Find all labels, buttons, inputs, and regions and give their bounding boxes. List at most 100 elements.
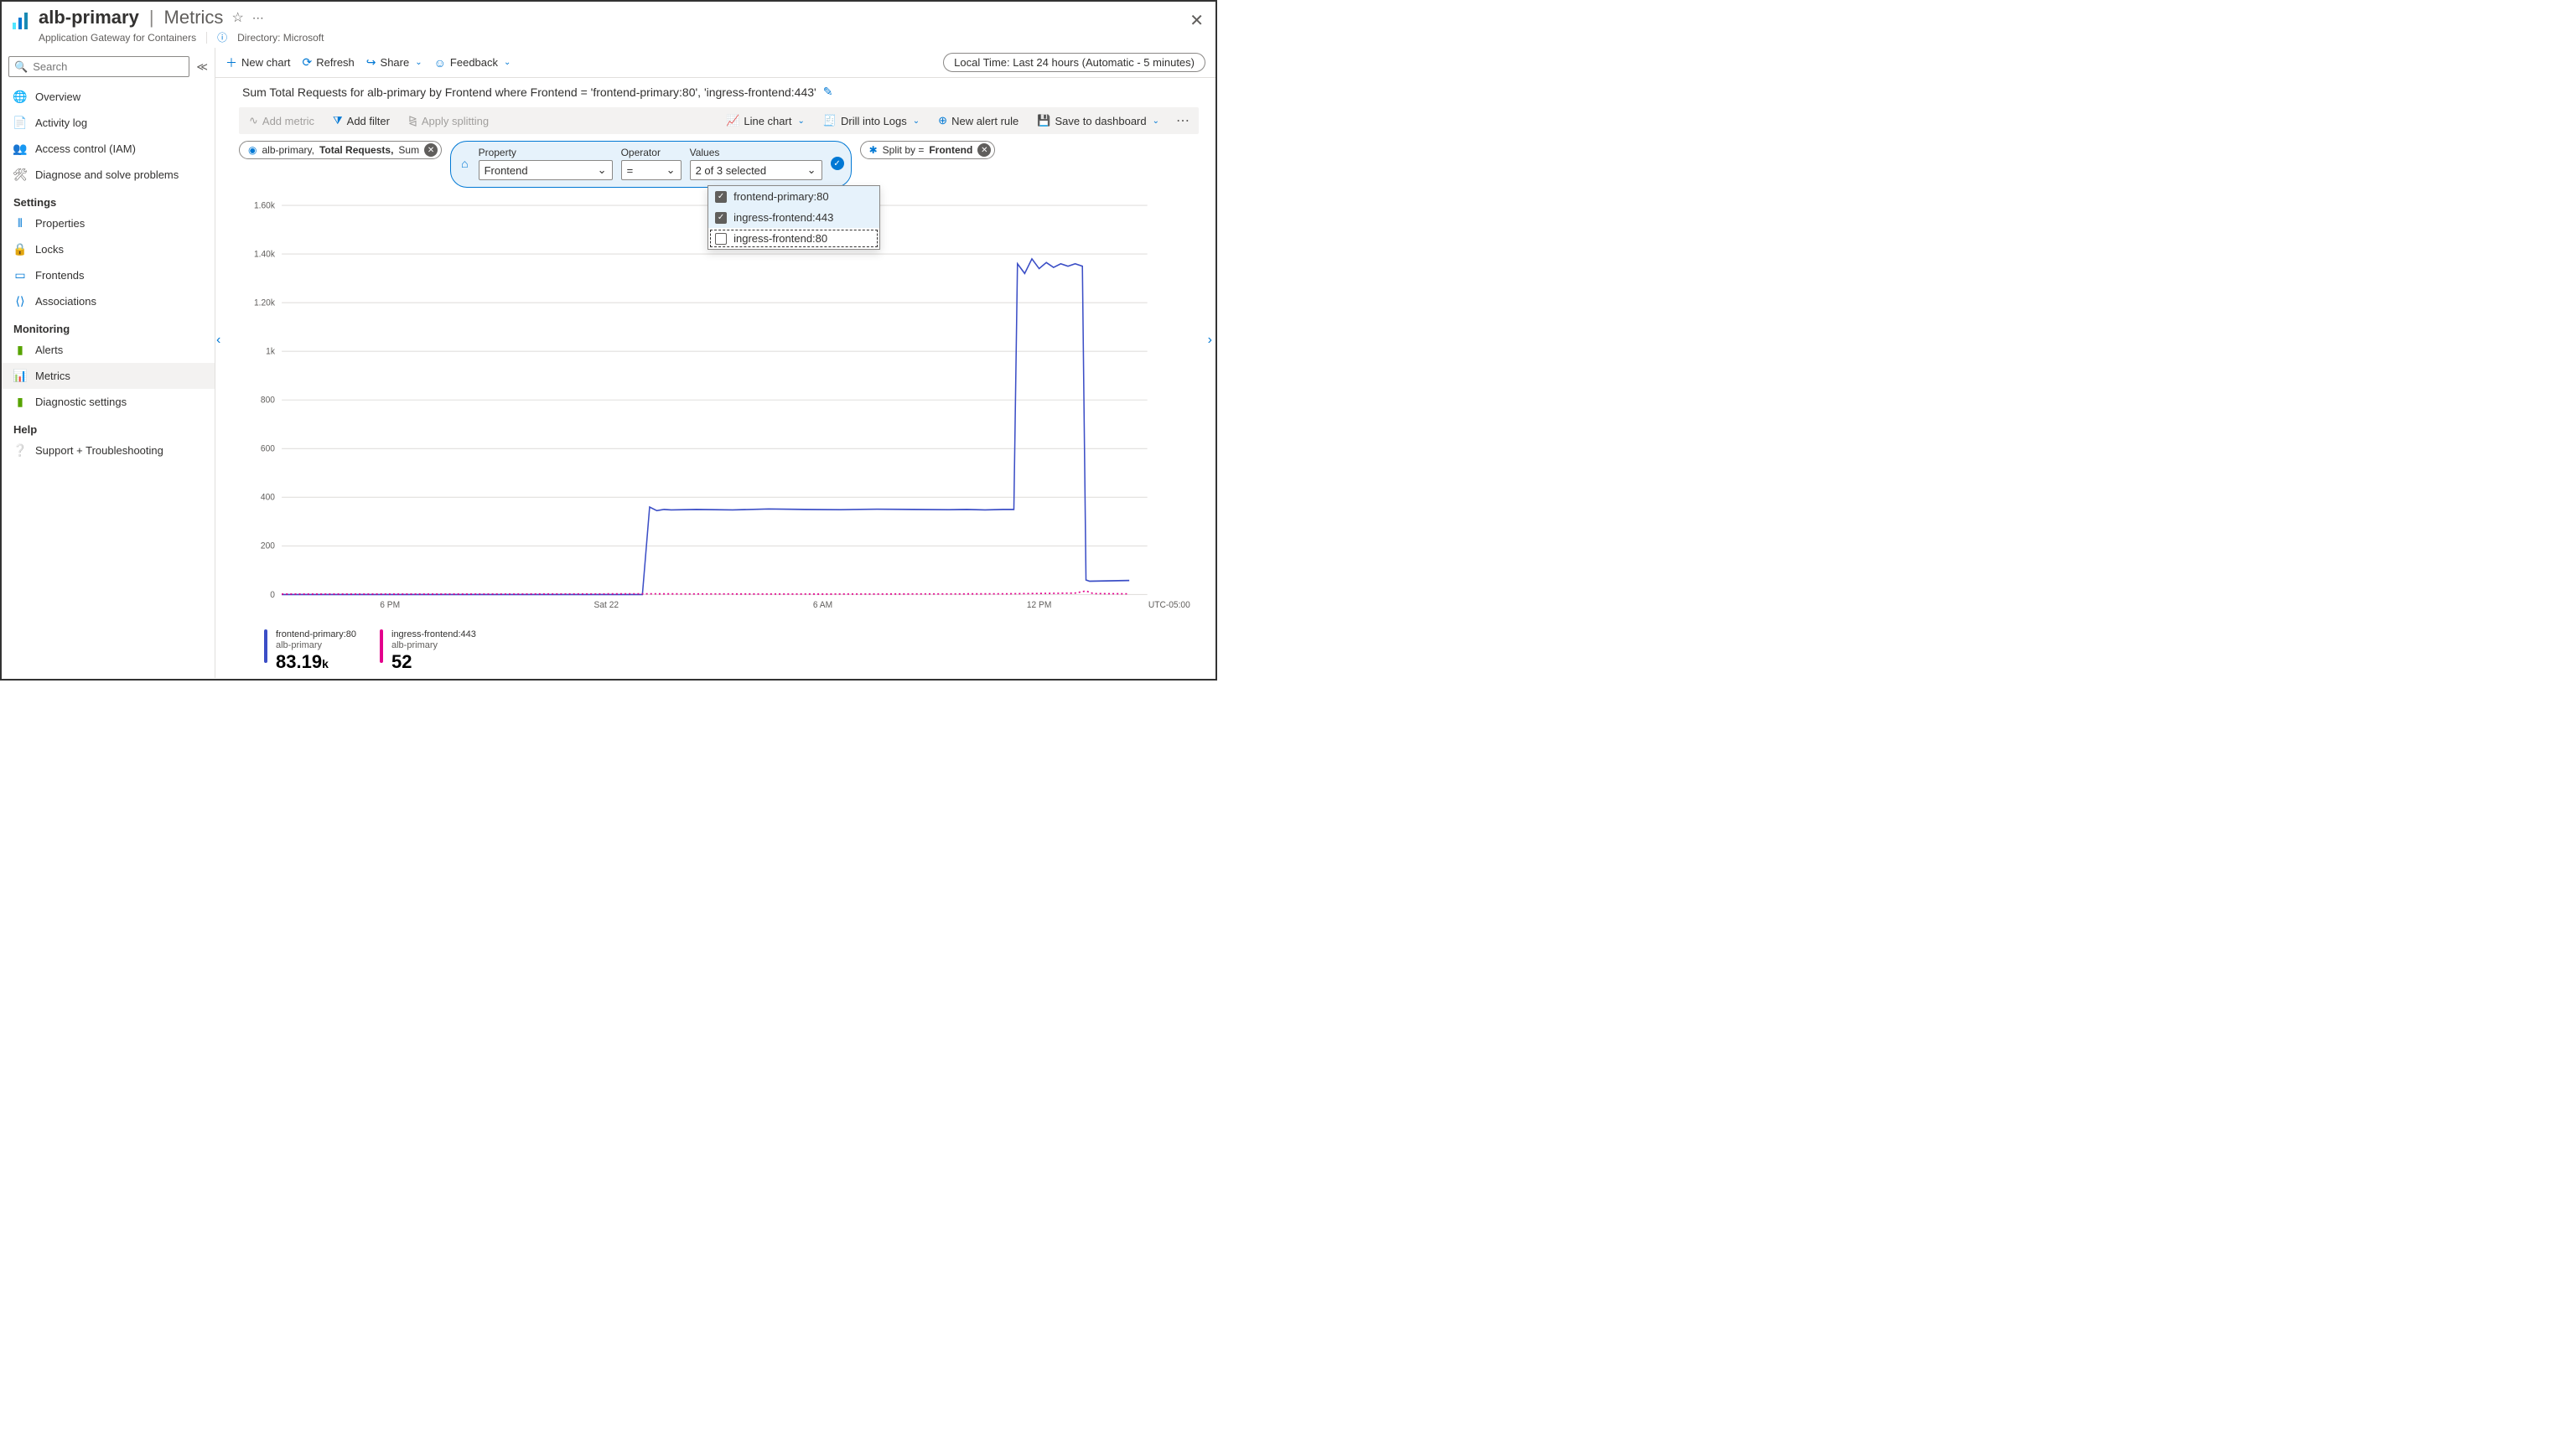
svg-text:1.40k: 1.40k — [254, 249, 276, 259]
list-icon: 📄 — [13, 116, 27, 130]
split-icon: ✱ — [869, 144, 878, 156]
separator — [206, 32, 207, 44]
chevron-down-icon: ⌄ — [913, 116, 920, 126]
favorite-star-icon[interactable]: ☆ — [231, 9, 243, 26]
new-alert-rule-button[interactable]: ⊕New alert rule — [933, 111, 1024, 131]
panel-collapse-right-icon[interactable]: › — [1208, 333, 1212, 348]
chart-toolbar: ∿Add metric ⧩Add filter ⧎Apply splitting… — [239, 107, 1199, 134]
bars-icon: 📊 — [13, 369, 27, 383]
sidebar-item-label: Locks — [35, 243, 64, 256]
sidebar-item-frontends[interactable]: ▭Frontends — [2, 262, 215, 288]
new-chart-button[interactable]: ＋New chart — [225, 54, 291, 71]
add-filter-button[interactable]: ⧩Add filter — [328, 111, 395, 131]
sidebar-item-overview[interactable]: 🌐Overview — [2, 84, 215, 110]
legend-value: 52 — [391, 651, 412, 672]
wrench-icon: 🛠 — [13, 168, 27, 182]
panel-collapse-left-icon[interactable]: ‹ — [216, 333, 220, 348]
line-chart-button[interactable]: 📈Line chart⌄ — [721, 111, 810, 131]
sidebar-item-label: Alerts — [35, 344, 63, 356]
sidebar-item-label: Support + Troubleshooting — [35, 444, 163, 457]
sidebar-item-label: Metrics — [35, 370, 70, 382]
sidebar-search[interactable]: 🔍 — [8, 56, 189, 77]
sidebar-item-metrics[interactable]: 📊 Metrics — [2, 363, 215, 389]
legend-value: 83.19k — [276, 651, 329, 672]
metric-pill[interactable]: ◉ alb-primary, Total Requests, Sum ✕ — [239, 141, 442, 159]
filter-apply-icon[interactable]: ✓ — [831, 157, 844, 170]
values-option-label: ingress-frontend:80 — [733, 232, 827, 245]
split-icon: ⧎ — [408, 114, 417, 127]
page-name: Metrics — [164, 7, 224, 28]
legend-series-name: ingress-frontend:443 — [391, 629, 476, 640]
search-input[interactable] — [31, 60, 184, 74]
collapse-sidebar-icon[interactable]: ≪ — [196, 60, 208, 74]
sidebar-item-label: Diagnose and solve problems — [35, 168, 179, 181]
drill-logs-button[interactable]: 🧾Drill into Logs⌄ — [818, 111, 925, 131]
sidebar-item-properties[interactable]: ⫴Properties — [2, 210, 215, 236]
svg-text:1k: 1k — [266, 346, 275, 356]
share-icon: ↪ — [366, 55, 376, 70]
split-by-pill[interactable]: ✱ Split by = Frontend ✕ — [860, 141, 996, 159]
checkbox-icon: ✓ — [715, 212, 727, 224]
chevron-down-icon: ⌄ — [1153, 116, 1159, 126]
chart-container: 1.60k1.40k1.20k1k80060040020006 PMSat 22… — [215, 188, 1215, 678]
sidebar-item-label: Overview — [35, 91, 80, 103]
resource-icon — [10, 10, 32, 32]
link-icon: ⟨⟩ — [13, 294, 27, 308]
edit-title-icon[interactable]: ✎ — [823, 85, 833, 99]
apply-splitting-button[interactable]: ⧎Apply splitting — [403, 111, 494, 131]
sidebar-item-diagnose-and-solve-problems[interactable]: 🛠 Diagnose and solve problems — [2, 162, 215, 188]
sidebar-item-label: Access control (IAM) — [35, 142, 136, 155]
chart-title: Sum Total Requests for alb-primary by Fr… — [242, 85, 816, 99]
chart-more-icon[interactable]: ⋯ — [1173, 112, 1194, 129]
directory-label: Directory: Microsoft — [237, 32, 324, 44]
filter-property-select[interactable]: Frontend ⌄ — [479, 160, 613, 180]
filter-operator-select[interactable]: = ⌄ — [621, 160, 682, 180]
filter-values-select[interactable]: 2 of 3 selected ⌄ — [690, 160, 822, 180]
values-option[interactable]: ✓frontend-primary:80 — [708, 186, 879, 207]
sidebar-item-label: Activity log — [35, 116, 87, 129]
bell-icon: ▮ — [13, 343, 27, 357]
sidebar-item-activity-log[interactable]: 📄 Activity log — [2, 110, 215, 136]
close-icon[interactable]: ✕ — [1190, 10, 1204, 31]
legend-item[interactable]: frontend-primary:80alb-primary83.19k — [264, 629, 356, 673]
add-metric-button[interactable]: ∿Add metric — [244, 111, 319, 131]
sidebar-item-label: Associations — [35, 295, 96, 308]
svg-text:200: 200 — [261, 541, 275, 551]
save-dashboard-button[interactable]: 💾Save to dashboard⌄ — [1032, 111, 1164, 131]
svg-text:600: 600 — [261, 443, 275, 453]
sidebar-item-diagnostic-settings[interactable]: ▮Diagnostic settings — [2, 389, 215, 415]
sidebar-item-access-control-iam-[interactable]: 👥 Access control (IAM) — [2, 136, 215, 162]
values-option[interactable]: ingress-frontend:80 — [708, 228, 879, 249]
sidebar-item-associations[interactable]: ⟨⟩ Associations — [2, 288, 215, 314]
logs-icon: 🧾 — [823, 114, 837, 127]
search-icon: 🔍 — [14, 60, 28, 74]
chevron-down-icon: ⌄ — [666, 163, 676, 177]
refresh-button[interactable]: ⟳Refresh — [303, 55, 355, 70]
sidebar-item-support-troubleshooting[interactable]: ❔Support + Troubleshooting — [2, 437, 215, 463]
nav-section-monitoring: Monitoring — [2, 314, 215, 337]
save-icon: 💾 — [1037, 114, 1050, 127]
gear-icon: ▮ — [13, 395, 27, 409]
sidebar-item-alerts[interactable]: ▮ Alerts — [2, 337, 215, 363]
header-more-icon[interactable]: ⋯ — [252, 11, 265, 25]
sliders-icon: ⫴ — [13, 216, 27, 230]
feedback-button[interactable]: ☺Feedback⌄ — [434, 56, 511, 70]
remove-split-icon[interactable]: ✕ — [977, 143, 991, 157]
filter-values-label: Values — [690, 147, 822, 158]
refresh-icon: ⟳ — [303, 55, 313, 70]
metrics-chart[interactable]: 1.60k1.40k1.20k1k80060040020006 PMSat 22… — [239, 196, 1199, 623]
values-option[interactable]: ✓ingress-frontend:443 — [708, 207, 879, 228]
chevron-down-icon: ⌄ — [415, 58, 422, 67]
legend-item[interactable]: ingress-frontend:443alb-primary52 — [380, 629, 476, 673]
person-icon: 👥 — [13, 142, 27, 156]
nav-section-settings: Settings — [2, 188, 215, 210]
remove-metric-icon[interactable]: ✕ — [424, 143, 438, 157]
lock-icon: 🔒 — [13, 242, 27, 256]
filter-property-label: Property — [479, 147, 613, 158]
share-button[interactable]: ↪Share⌄ — [366, 55, 422, 70]
resource-title: alb-primary — [39, 7, 139, 28]
time-range-pill[interactable]: Local Time: Last 24 hours (Automatic - 5… — [943, 53, 1205, 72]
sidebar-item-locks[interactable]: 🔒 Locks — [2, 236, 215, 262]
checkbox-icon: ✓ — [715, 191, 727, 203]
card-icon: ▭ — [13, 268, 27, 282]
